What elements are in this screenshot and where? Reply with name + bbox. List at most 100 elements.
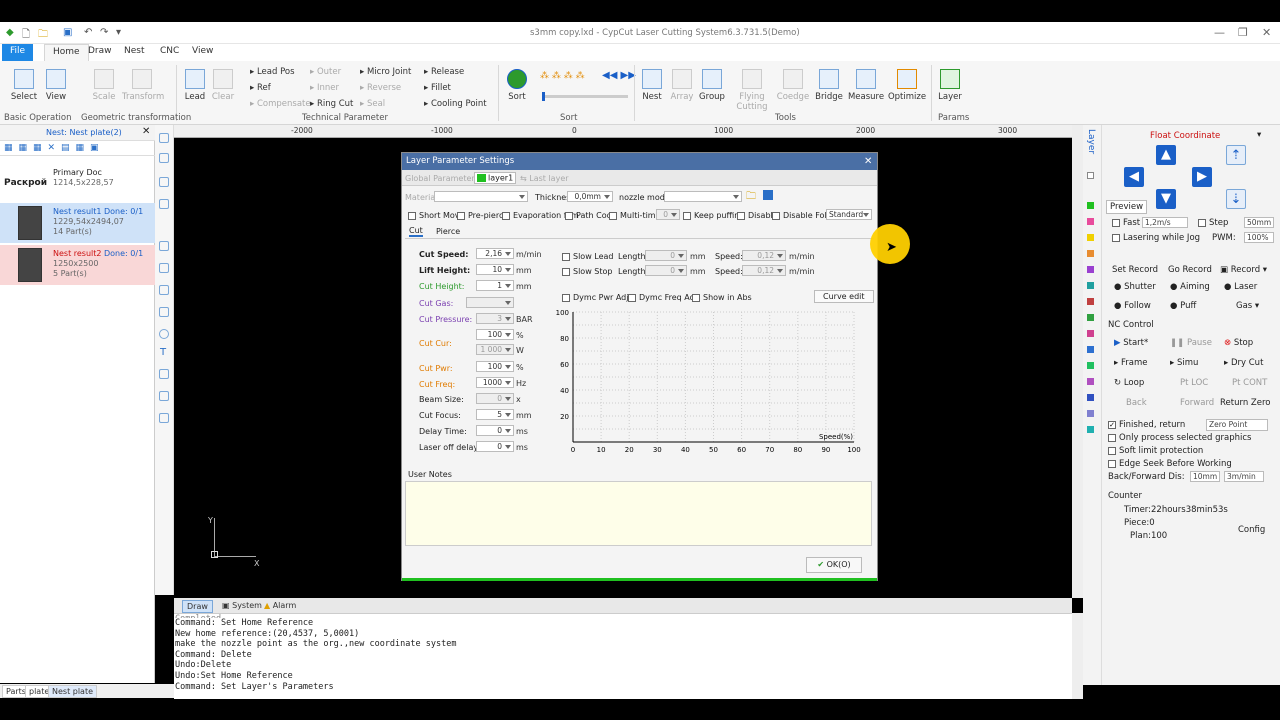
zero-point-select[interactable]: Zero Point: [1206, 419, 1268, 431]
release-button[interactable]: ▸ Release: [424, 67, 464, 77]
slow-stop-checkbox[interactable]: Slow Stop: [562, 267, 612, 276]
sort-tools-icon[interactable]: ⁂ ⁂ ⁂ ⁂: [540, 71, 585, 81]
layer-swatch[interactable]: [1087, 362, 1094, 369]
power-speed-chart[interactable]: 0 10 20 30 40 50 60 70 80 90 100 100 80 60 40 20 Speed(%…: [555, 300, 867, 460]
layer-swatch[interactable]: [1087, 298, 1094, 305]
pt-cont-button[interactable]: Pt CONT: [1232, 378, 1267, 388]
delay-time-input[interactable]: 0: [476, 425, 514, 436]
tab-last-layer[interactable]: ⇆ Last layer: [520, 174, 569, 183]
step-checkbox[interactable]: Step: [1198, 218, 1228, 228]
bridge-button[interactable]: Bridge: [809, 69, 849, 102]
gas-dropdown[interactable]: Gas ▾: [1236, 301, 1259, 311]
layer-swatch[interactable]: [1087, 202, 1094, 209]
layer-swatch[interactable]: [1087, 250, 1094, 257]
pointer-tool-icon[interactable]: [159, 133, 169, 143]
lasering-jog-checkbox[interactable]: Lasering while Jog: [1112, 233, 1200, 243]
preview-button[interactable]: Preview: [1106, 200, 1148, 214]
tab-file[interactable]: File: [2, 44, 34, 61]
cut-height-input[interactable]: 1: [476, 280, 514, 291]
ref-button[interactable]: ▸ Ref: [250, 83, 271, 93]
layer-swatch[interactable]: [1087, 346, 1094, 353]
minimize-button[interactable]: —: [1214, 26, 1225, 39]
close-button[interactable]: ✕: [1262, 26, 1271, 39]
cut-pressure-input[interactable]: 3: [476, 313, 514, 324]
pan-tool-icon[interactable]: [159, 177, 169, 187]
layer-swatch[interactable]: [1087, 234, 1094, 241]
sort-slider[interactable]: [542, 92, 628, 101]
step-select[interactable]: 50mm: [1244, 217, 1274, 228]
record-dropdown[interactable]: ▣ Record ▾: [1220, 265, 1267, 275]
fillet-button[interactable]: ▸ Fillet: [424, 83, 451, 93]
console-tab-alarm[interactable]: ▲ Alarm: [260, 600, 300, 611]
text-tool-icon[interactable]: T: [160, 347, 166, 358]
curve-tool-icon[interactable]: [159, 285, 169, 295]
multi-times-input[interactable]: 0: [656, 209, 680, 220]
tab-cnc[interactable]: CNC: [160, 46, 179, 56]
cut-freq-input[interactable]: 1000: [476, 377, 514, 388]
layer-swatch[interactable]: [1087, 314, 1094, 321]
line-tool-icon[interactable]: [159, 241, 169, 251]
pressure-percent-input[interactable]: 100: [476, 329, 514, 340]
slow-stop-speed-input[interactable]: 0,12: [742, 265, 786, 276]
pwm-select[interactable]: 100%: [1244, 232, 1274, 243]
console-tab-system[interactable]: ▣ System: [218, 600, 266, 611]
jog-right-button[interactable]: ▶: [1192, 167, 1212, 187]
micro-joint-button[interactable]: ▸ Micro Joint: [360, 67, 411, 77]
zoom-tool-icon[interactable]: [159, 199, 169, 209]
inner-button[interactable]: ▸ Inner: [310, 83, 339, 93]
dropdown-icon[interactable]: ▾: [116, 27, 121, 38]
config-button[interactable]: Config: [1238, 525, 1265, 535]
tab-nest-plate[interactable]: Nest plate: [48, 685, 98, 698]
sort-nav-icon[interactable]: ◀◀ ▶▶: [602, 70, 636, 81]
slow-lead-length-input[interactable]: 0: [645, 250, 687, 261]
go-record-button[interactable]: Go Record: [1168, 265, 1212, 275]
rect-tool-icon[interactable]: [159, 307, 169, 317]
circle-tool-icon[interactable]: [159, 329, 169, 339]
start-button[interactable]: ▶ Start*: [1114, 338, 1148, 348]
dry-cut-button[interactable]: ▸ Dry Cut: [1224, 358, 1263, 368]
cut-pwr-input[interactable]: 100: [476, 361, 514, 372]
fill-tool-icon[interactable]: [159, 413, 169, 423]
cut-focus-input[interactable]: 5: [476, 409, 514, 420]
tab-pierce[interactable]: Pierce: [436, 227, 460, 236]
console-scrollbar[interactable]: [1072, 613, 1083, 699]
jog-left-button[interactable]: ◀: [1124, 167, 1144, 187]
back-button[interactable]: Back: [1126, 398, 1147, 408]
slow-lead-speed-input[interactable]: 0,12: [742, 250, 786, 261]
canvas-vscroll[interactable]: [1072, 125, 1083, 598]
tab-global-param[interactable]: Global Parameter: [405, 174, 475, 183]
ok-button[interactable]: ✔ OK(O): [806, 557, 862, 573]
path-cool-checkbox[interactable]: Path Cool: [565, 211, 614, 220]
seal-button[interactable]: ▸ Seal: [360, 99, 385, 109]
frame-button[interactable]: ▸ Frame: [1114, 358, 1147, 368]
fast-speed-select[interactable]: 1,2m/s: [1142, 217, 1188, 228]
optimize-button[interactable]: Optimize: [887, 69, 927, 102]
aiming-button[interactable]: ● Aiming: [1170, 282, 1210, 292]
lead-pos-button[interactable]: ▸ Lead Pos: [250, 67, 295, 77]
short-move-checkbox[interactable]: Short Move: [408, 211, 464, 220]
pause-button[interactable]: ❚❚ Pause: [1170, 338, 1212, 348]
open-icon[interactable]: 🗀: [38, 27, 48, 44]
follow-button[interactable]: ● Follow: [1114, 301, 1151, 311]
console-tab-draw[interactable]: Draw: [182, 600, 213, 613]
laser-off-delay-input[interactable]: 0: [476, 441, 514, 452]
layer-swatch[interactable]: [1087, 266, 1094, 273]
cut-speed-input[interactable]: 2,16: [476, 248, 514, 259]
jog-up-button[interactable]: ▲: [1156, 145, 1176, 165]
cut-gas-select[interactable]: [466, 297, 514, 308]
keep-puffing-checkbox[interactable]: Keep puffing: [683, 211, 744, 220]
finished-return-checkbox[interactable]: Finished, return: [1108, 420, 1185, 430]
laser-button[interactable]: ● Laser: [1224, 282, 1257, 292]
back-forward-speed-select[interactable]: 3m/min: [1224, 471, 1264, 482]
jog-down-button[interactable]: ▼: [1156, 189, 1176, 209]
slow-lead-checkbox[interactable]: Slow Lead: [562, 252, 614, 261]
z-up-button[interactable]: ⇡: [1226, 145, 1246, 165]
reverse-button[interactable]: ▸ Reverse: [360, 83, 401, 93]
return-zero-button[interactable]: Return Zero: [1220, 398, 1270, 408]
layer-swatch[interactable]: [1087, 426, 1094, 433]
layer-swatch[interactable]: [1087, 282, 1094, 289]
save-icon[interactable]: [763, 190, 773, 200]
save-icon[interactable]: ▣: [63, 27, 72, 38]
measure-button[interactable]: Measure: [846, 69, 886, 102]
tab-cut[interactable]: Cut: [409, 226, 423, 237]
